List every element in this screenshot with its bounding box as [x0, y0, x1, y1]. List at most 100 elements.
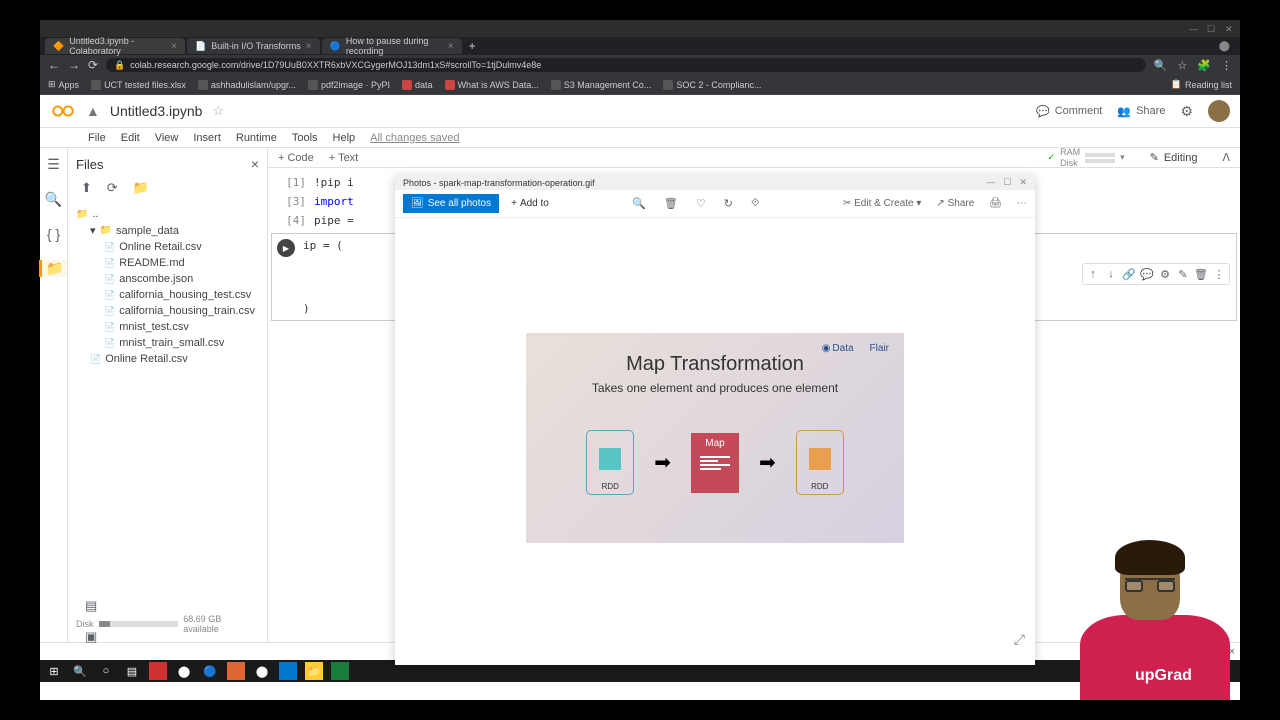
share-button[interactable]: 👥 Share	[1117, 105, 1165, 118]
tree-folder[interactable]: ▾📁sample_data	[76, 222, 259, 239]
bookmark-item[interactable]: data	[402, 80, 433, 90]
editing-mode[interactable]: ✎ Editing	[1150, 151, 1198, 164]
cortana-icon[interactable]: ○	[97, 662, 115, 680]
app-icon[interactable]	[149, 662, 167, 680]
add-code-button[interactable]: + Code	[278, 152, 314, 164]
tree-file[interactable]: 📄california_housing_test.csv	[76, 287, 259, 303]
cell-content[interactable]: ip = (	[303, 239, 343, 252]
zoom-icon[interactable]: 🔍	[632, 197, 646, 210]
tab-close-icon[interactable]: ×	[448, 41, 454, 52]
reload-button[interactable]: ⟳	[88, 58, 98, 72]
stop-record-icon[interactable]: ⬤	[1219, 41, 1230, 52]
move-up-icon[interactable]: ↑	[1085, 266, 1101, 282]
tab-close-icon[interactable]: ×	[306, 41, 312, 52]
bookmark-item[interactable]: ashhadulislam/upgr...	[198, 80, 296, 90]
menu-tools[interactable]: Tools	[292, 132, 318, 144]
bookmark-item[interactable]: What is AWS Data...	[445, 80, 539, 90]
refresh-icon[interactable]: ⟳	[107, 180, 118, 196]
toc-icon[interactable]: ☰	[47, 156, 60, 173]
collapse-icon[interactable]: ᐱ	[1222, 151, 1230, 164]
search-icon[interactable]: 🔍	[71, 662, 89, 680]
share-button[interactable]: ↗ Share	[936, 198, 974, 209]
mount-drive-icon[interactable]: 📁	[133, 180, 149, 196]
menu-help[interactable]: Help	[333, 132, 356, 144]
move-down-icon[interactable]: ↓	[1103, 266, 1119, 282]
tree-file[interactable]: 📄README.md	[76, 255, 259, 271]
menu-insert[interactable]: Insert	[193, 132, 221, 144]
tree-file[interactable]: 📄mnist_train_small.csv	[76, 335, 259, 351]
cell-content[interactable]: )	[303, 302, 343, 315]
menu-icon[interactable]: ⋮	[1221, 59, 1232, 72]
delete-icon[interactable]: 🗑	[664, 197, 678, 210]
menu-edit[interactable]: Edit	[121, 132, 140, 144]
menu-file[interactable]: File	[88, 132, 106, 144]
add-to-button[interactable]: + Add to	[511, 198, 549, 209]
photos-titlebar[interactable]: Photos - spark-map-transformation-operat…	[395, 175, 1035, 190]
print-icon[interactable]: 🖨	[989, 198, 1002, 209]
resource-meter[interactable]: ✓ RAMDisk ▾	[1048, 147, 1125, 168]
comment-icon[interactable]: 💬	[1139, 266, 1155, 282]
comment-button[interactable]: 💬 Comment	[1036, 105, 1102, 118]
close-icon[interactable]: ✕	[1225, 24, 1235, 34]
close-icon[interactable]: ✕	[1019, 177, 1027, 188]
tab-close-icon[interactable]: ×	[171, 41, 177, 52]
mirror-icon[interactable]: ✎	[1175, 266, 1191, 282]
crop-icon[interactable]: ⟐	[751, 197, 760, 210]
notebook-title[interactable]: Untitled3.ipynb	[110, 103, 203, 119]
search-icon[interactable]: 🔍	[45, 191, 62, 208]
settings-icon[interactable]: ⚙	[1157, 266, 1173, 282]
tree-parent[interactable]: 📁..	[76, 206, 259, 222]
app-icon[interactable]: ⬤	[253, 662, 271, 680]
run-button[interactable]: ▶	[277, 239, 295, 257]
apps-button[interactable]: ⊞ Apps	[48, 79, 79, 90]
snippets-icon[interactable]: { }	[47, 226, 60, 242]
user-avatar[interactable]	[1208, 100, 1230, 122]
bookmark-item[interactable]: UCT tested files.xlsx	[91, 80, 186, 90]
maximize-icon[interactable]: ☐	[1207, 24, 1217, 34]
star-button[interactable]: ☆	[212, 103, 224, 119]
tab-beam[interactable]: 📄Built-in I/O Transforms×	[187, 38, 320, 54]
favorite-icon[interactable]: ♡	[696, 197, 706, 210]
reading-list-button[interactable]: 📋 Reading list	[1171, 79, 1232, 90]
tree-file[interactable]: 📄california_housing_train.csv	[76, 303, 259, 319]
menu-view[interactable]: View	[155, 132, 179, 144]
xbox-icon[interactable]: ⬤	[175, 662, 193, 680]
edit-button[interactable]: ✂ Edit & Create ▾	[843, 198, 921, 209]
taskview-icon[interactable]: ▤	[123, 662, 141, 680]
fullscreen-icon[interactable]: ⤢	[1014, 631, 1025, 648]
url-input[interactable]: 🔒colab.research.google.com/drive/1D79UuB…	[106, 58, 1146, 72]
bookmark-item[interactable]: pdf2image · PyPI	[308, 80, 390, 90]
back-button[interactable]: ←	[48, 58, 60, 72]
bookmark-item[interactable]: S3 Management Co...	[551, 80, 652, 90]
more-icon[interactable]: ⋯	[1017, 198, 1027, 209]
see-all-button[interactable]: 🖼 See all photos	[403, 194, 499, 213]
settings-icon[interactable]: ⚙	[1180, 103, 1193, 120]
tree-file[interactable]: 📄Online Retail.csv	[76, 351, 259, 367]
excel-icon[interactable]	[331, 662, 349, 680]
tree-file[interactable]: 📄anscombe.json	[76, 271, 259, 287]
tree-file[interactable]: 📄mnist_test.csv	[76, 319, 259, 335]
bookmark-item[interactable]: SOC 2 - Complianc...	[663, 80, 761, 90]
maximize-icon[interactable]: ☐	[1003, 177, 1011, 188]
delete-icon[interactable]: 🗑	[1193, 266, 1209, 282]
star-icon[interactable]: ☆	[1177, 59, 1187, 72]
add-text-button[interactable]: + Text	[329, 152, 358, 164]
more-icon[interactable]: ⋮	[1211, 266, 1227, 282]
explorer-icon[interactable]: 📁	[305, 662, 323, 680]
zoom-icon[interactable]: 🔍	[1154, 59, 1168, 72]
photos-icon[interactable]	[279, 662, 297, 680]
minimize-icon[interactable]: —	[986, 177, 995, 188]
forward-button[interactable]: →	[68, 58, 80, 72]
link-icon[interactable]: 🔗	[1121, 266, 1137, 282]
upload-icon[interactable]: ⬆	[81, 180, 92, 196]
minimize-icon[interactable]: —	[1189, 24, 1199, 34]
tab-search[interactable]: 🔵How to pause during recording×	[322, 38, 462, 54]
powerpoint-icon[interactable]	[227, 662, 245, 680]
terminal-icon[interactable]: ▤	[85, 598, 97, 614]
tab-colab[interactable]: 🔶Untitled3.ipynb - Colaboratory×	[45, 38, 185, 54]
terminal-icon[interactable]: ▣	[85, 629, 97, 645]
files-icon[interactable]: 📁	[39, 260, 66, 277]
extension-icon[interactable]: 🧩	[1197, 59, 1211, 72]
new-tab-button[interactable]: +	[469, 39, 476, 53]
rotate-icon[interactable]: ↻	[724, 197, 733, 210]
